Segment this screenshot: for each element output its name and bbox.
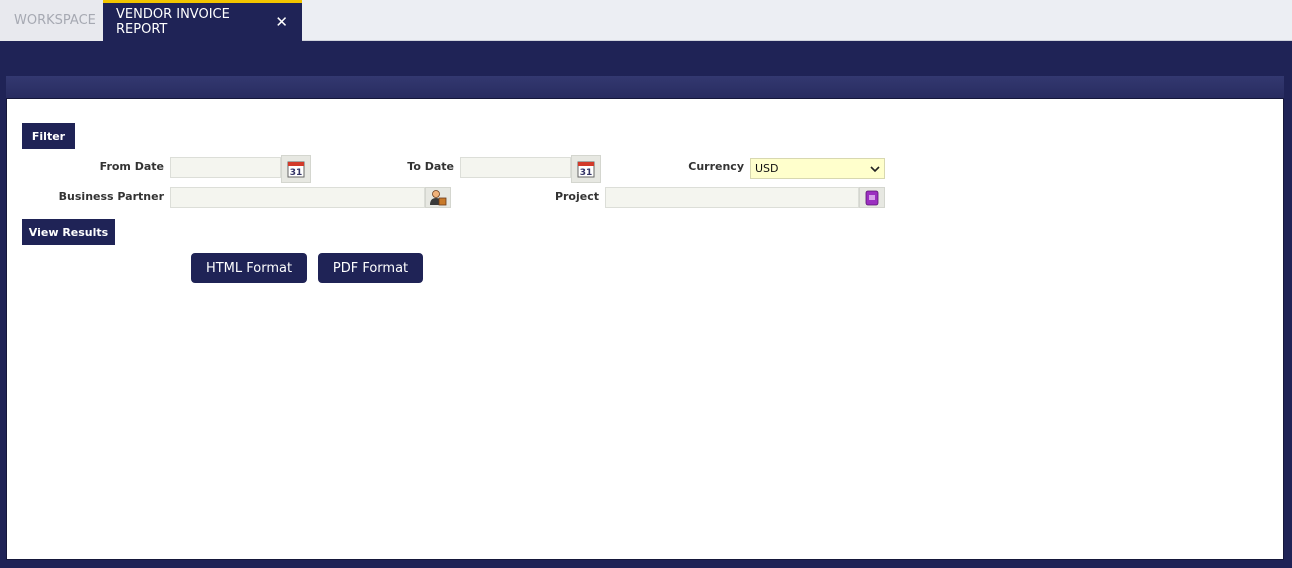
filter-button[interactable]: Filter (22, 123, 75, 149)
toolbar-strip (6, 76, 1284, 98)
project-icon (865, 190, 879, 205)
from-date-input[interactable] (171, 160, 280, 180)
report-panel: Filter From Date 31 To Date 31 Currency … (6, 98, 1284, 560)
calendar-icon: 31 (287, 161, 305, 178)
business-partner-icon (430, 189, 447, 205)
calendar-day-text: 31 (580, 168, 593, 178)
html-format-button[interactable]: HTML Format (191, 253, 307, 283)
tab-label: VENDOR INVOICE REPORT (116, 7, 230, 37)
pdf-format-button[interactable]: PDF Format (318, 253, 423, 283)
tab-vendor-invoice-report[interactable]: VENDOR INVOICE REPORT ✕ (103, 0, 302, 41)
project-input[interactable] (606, 190, 858, 210)
business-partner-label: Business Partner (58, 190, 164, 203)
to-date-input[interactable] (461, 160, 570, 180)
currency-select[interactable]: USD (750, 158, 885, 179)
chevron-down-icon (870, 165, 880, 172)
from-date-field[interactable] (170, 157, 281, 180)
tab-workspace[interactable]: WORKSPACE (0, 0, 103, 41)
project-search-button[interactable] (859, 187, 885, 208)
close-icon[interactable]: ✕ (275, 13, 288, 31)
business-partner-field[interactable] (170, 187, 425, 210)
view-results-button[interactable]: View Results (22, 219, 115, 245)
to-date-label: To Date (407, 160, 454, 173)
from-date-label: From Date (99, 160, 164, 173)
project-field[interactable] (605, 187, 859, 210)
to-date-calendar-button[interactable]: 31 (571, 155, 601, 183)
tab-bar: WORKSPACE VENDOR INVOICE REPORT ✕ (0, 0, 1292, 41)
currency-value: USD (755, 162, 779, 175)
project-label: Project (554, 190, 599, 203)
currency-label: Currency (688, 160, 744, 173)
calendar-icon: 31 (577, 161, 595, 178)
calendar-day-text: 31 (290, 168, 303, 178)
business-partner-search-button[interactable] (425, 187, 451, 208)
from-date-calendar-button[interactable]: 31 (281, 155, 311, 183)
business-partner-input[interactable] (171, 190, 424, 210)
to-date-field[interactable] (460, 157, 571, 180)
